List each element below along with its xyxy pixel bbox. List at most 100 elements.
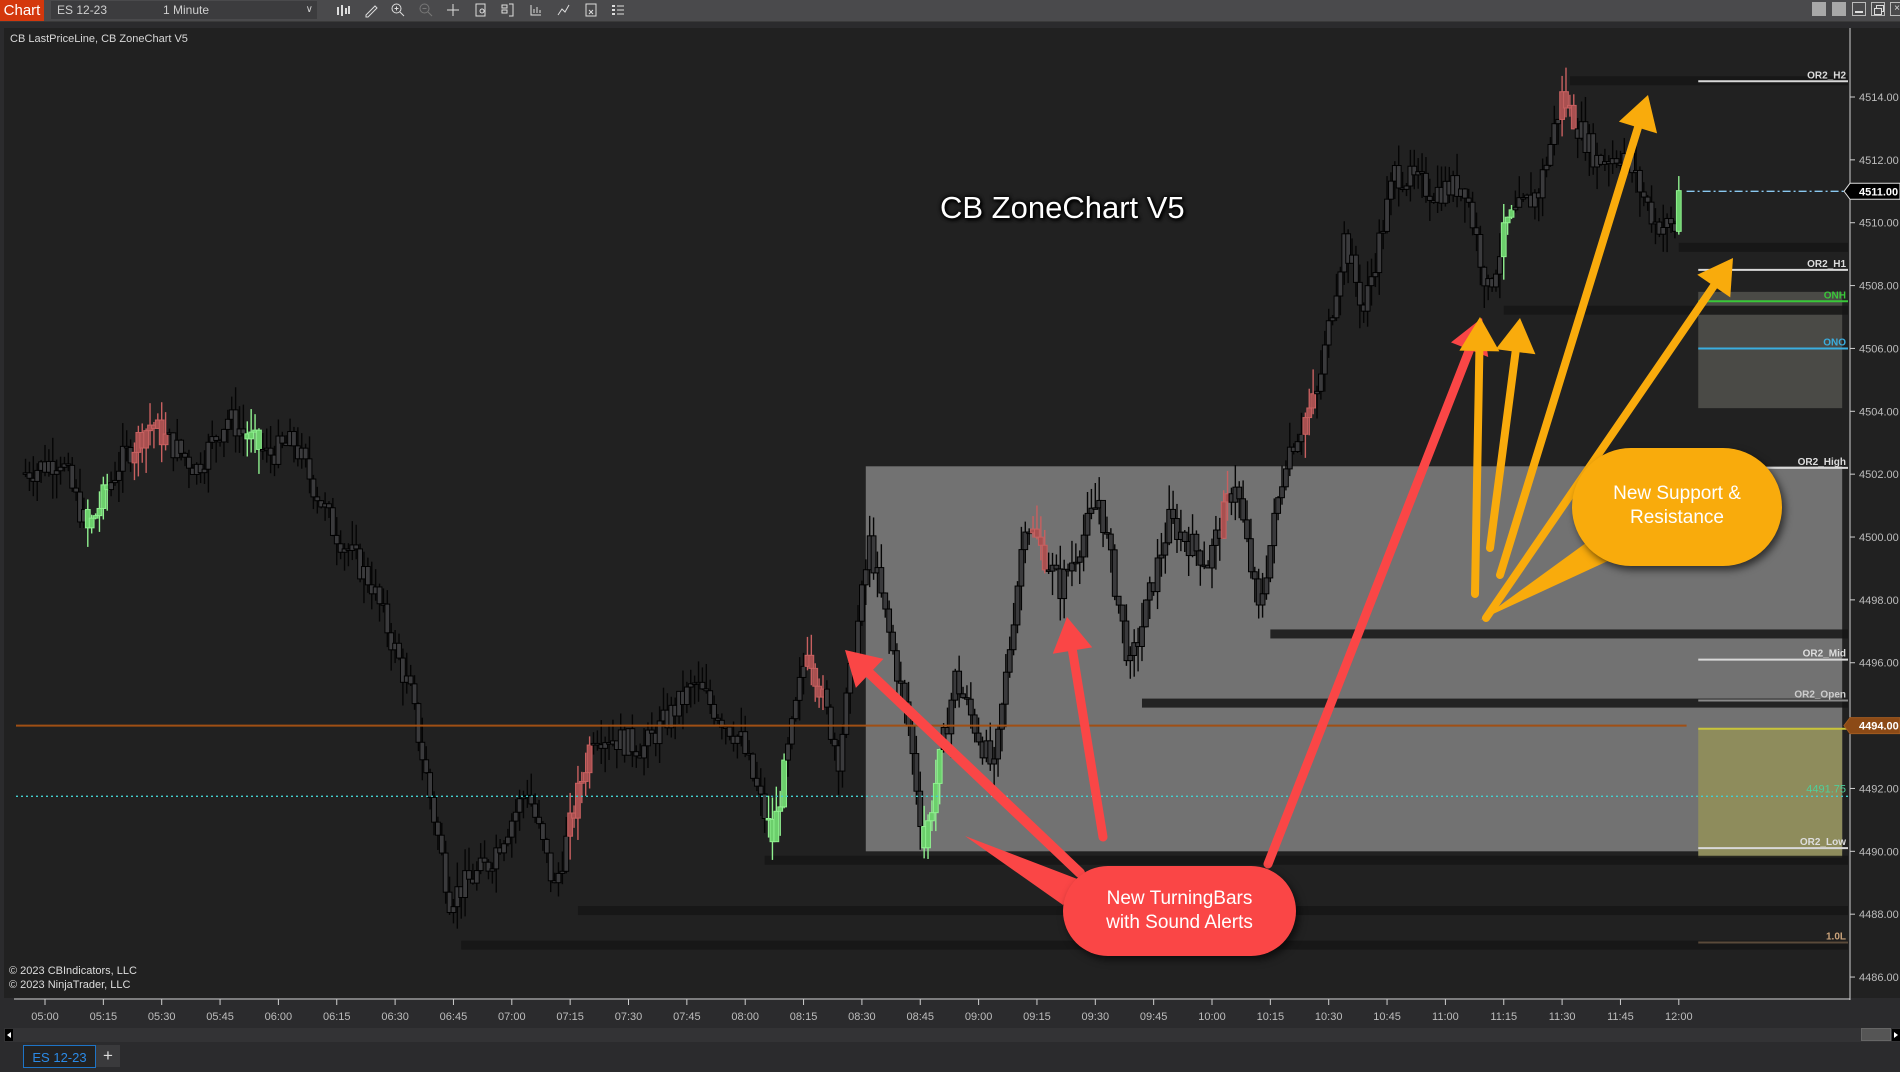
candle-body xyxy=(419,741,426,761)
support-arrow-head xyxy=(1495,318,1536,355)
time-tick-label: 07:30 xyxy=(615,1011,643,1023)
candle-body xyxy=(466,870,472,880)
candle-body xyxy=(1496,256,1503,275)
time-tick-label: 11:45 xyxy=(1607,1011,1634,1023)
candle-body xyxy=(26,472,33,479)
candle-body xyxy=(1240,498,1247,521)
candle-body xyxy=(1551,123,1558,145)
price-tick-label: 4500.00 xyxy=(1859,532,1899,544)
copyright-ninjatrader: © 2023 NinjaTrader, LLC xyxy=(9,979,131,991)
add-tab-button[interactable]: + xyxy=(96,1045,120,1067)
candle-body xyxy=(1372,272,1379,278)
candle-body xyxy=(948,699,955,735)
candle-body xyxy=(221,428,227,443)
candle-body xyxy=(1251,571,1258,580)
candle-body xyxy=(376,586,383,605)
candle-body xyxy=(1041,544,1048,571)
dotted-line-label: 4491.75 xyxy=(1806,783,1846,795)
candle-body xyxy=(1539,169,1546,199)
candle-body xyxy=(53,470,60,475)
candle-body xyxy=(516,798,523,813)
candle-body xyxy=(1321,344,1328,375)
candle-body xyxy=(890,631,896,652)
candle-body xyxy=(1384,198,1390,232)
candle-body xyxy=(333,534,340,545)
candle-body xyxy=(796,676,803,701)
candle-body xyxy=(1298,433,1305,443)
scroll-thumb[interactable] xyxy=(1861,1028,1891,1041)
candle-body xyxy=(563,835,570,872)
candle-body xyxy=(929,812,935,822)
candle-body xyxy=(1271,512,1278,547)
time-tick-label: 08:00 xyxy=(731,1011,759,1023)
candle-body xyxy=(808,654,815,669)
level-label: OR2_Mid xyxy=(1803,649,1846,660)
time-tick-label: 07:45 xyxy=(673,1011,701,1023)
candle-body xyxy=(501,843,507,854)
price-tick-label: 4486.00 xyxy=(1859,972,1899,984)
turningbars-callout: New TurningBars with Sound Alerts xyxy=(1063,866,1296,956)
candle-body xyxy=(913,753,920,792)
candle-body xyxy=(240,428,247,435)
candle-body xyxy=(1648,201,1655,225)
time-tick-label: 09:30 xyxy=(1082,1011,1110,1023)
support-arrow xyxy=(1471,346,1484,598)
candle-body xyxy=(306,458,313,480)
candle-body xyxy=(326,503,332,509)
candle-body xyxy=(960,693,966,699)
time-tick-label: 08:45 xyxy=(906,1011,934,1023)
candle-body xyxy=(1006,649,1013,673)
level-label: ONO xyxy=(1823,337,1846,348)
candle-body xyxy=(925,820,931,849)
time-tick-label: 09:15 xyxy=(1023,1011,1051,1023)
candle-body xyxy=(1127,654,1134,662)
time-tick-label: 06:00 xyxy=(265,1011,293,1023)
scroll-right-button[interactable] xyxy=(1892,1029,1900,1041)
candle-body xyxy=(1660,226,1667,235)
indicators-label: CB LastPriceLine, CB ZoneChart V5 xyxy=(10,33,188,45)
candle-body xyxy=(656,720,663,745)
candle-body xyxy=(279,435,286,444)
tab-es-12-23[interactable]: ES 12-23 xyxy=(23,1045,96,1068)
candle-body xyxy=(1637,169,1643,193)
candle-body xyxy=(411,683,418,705)
time-tick-label: 09:00 xyxy=(965,1011,993,1023)
candle-body xyxy=(431,796,437,823)
candle-body xyxy=(314,496,321,502)
candle-body xyxy=(1493,273,1499,288)
candle-body xyxy=(69,464,76,489)
scroll-left-button[interactable] xyxy=(5,1029,13,1041)
time-tick-label: 11:15 xyxy=(1490,1011,1517,1023)
level-label: OR2_Open xyxy=(1794,689,1846,700)
candle-body xyxy=(182,452,188,458)
price-tick-label: 4506.00 xyxy=(1859,343,1899,355)
candle-body xyxy=(971,714,978,734)
candle-body xyxy=(1279,486,1285,499)
level-label: OR2_H1 xyxy=(1807,259,1846,270)
candle-body xyxy=(1306,407,1313,419)
candle-body xyxy=(582,772,589,782)
horizontal-scrollbar[interactable] xyxy=(4,1028,1900,1042)
candle-body xyxy=(882,592,889,610)
candle-body xyxy=(839,733,846,772)
candle-body xyxy=(750,753,756,779)
candle-body xyxy=(1675,190,1682,232)
candle-body xyxy=(827,706,834,740)
candle-body xyxy=(1053,564,1060,570)
candle-body xyxy=(1154,557,1161,593)
time-tick-label: 07:00 xyxy=(498,1011,526,1023)
candle-body xyxy=(1310,393,1317,409)
price-tick-label: 4504.00 xyxy=(1859,406,1899,418)
candle-body xyxy=(1469,201,1476,229)
candle-body xyxy=(224,418,231,430)
candle-body xyxy=(757,785,764,795)
candle-body xyxy=(108,482,115,491)
candle-body xyxy=(162,433,169,446)
support-resistance-line xyxy=(1678,242,1848,252)
support-resistance-line xyxy=(1503,305,1848,315)
time-tick-label: 05:15 xyxy=(90,1011,118,1023)
level-label: OR2_H2 xyxy=(1807,70,1846,81)
price-tick-label: 4514.00 xyxy=(1859,92,1899,104)
candle-body xyxy=(1668,217,1674,225)
candle-body xyxy=(831,738,838,747)
